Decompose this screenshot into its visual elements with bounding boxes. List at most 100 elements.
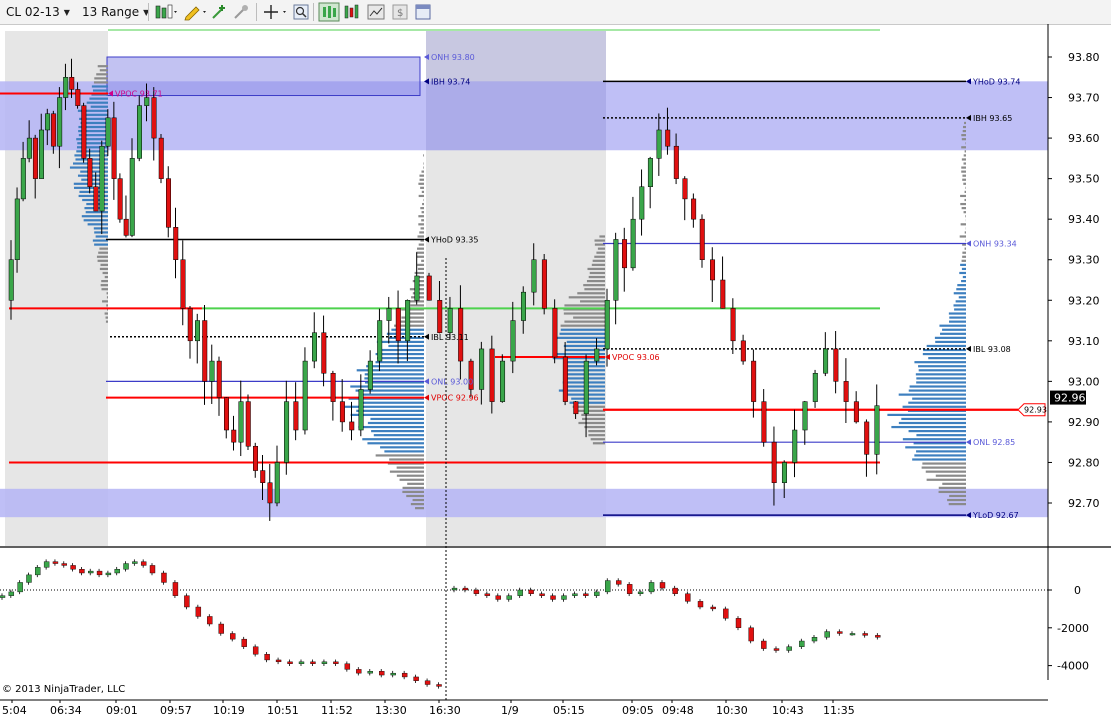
profile-bar [964,190,966,193]
oscillator-tick-label: -4000 [1057,660,1089,673]
candle [81,105,87,159]
candle [184,595,190,608]
chart-properties-button[interactable] [367,2,385,22]
candle [550,595,556,600]
candle [114,569,120,574]
profile-bar [588,434,605,437]
profile-bar [922,462,966,465]
zoom-button[interactable] [292,2,310,22]
profile-bar [422,202,424,206]
time-tick-label: 09:48 [662,704,694,717]
time-tick-label: 16:30 [429,704,461,717]
profile-bar [963,125,966,129]
profile-bar [389,470,424,473]
candle [39,129,44,179]
onh-label: ONH 93.80 [431,53,475,62]
candle [377,320,383,362]
profile-bar [367,421,424,425]
window-button[interactable] [414,2,432,22]
candle [230,633,236,640]
candle [622,239,628,269]
candle [413,676,419,681]
bar-style-icon [155,4,177,19]
profile-bar [396,466,424,469]
data-box-button[interactable] [318,2,340,22]
drawing-tool-button[interactable] [182,2,208,22]
candle [812,373,818,402]
profile-bar [99,69,108,72]
profile-bar [580,300,605,303]
dollar-button[interactable]: $ [391,2,409,22]
dollar-icon: $ [392,4,408,20]
profile-bar [421,219,424,222]
profile-bar [959,235,966,238]
profile-bar [912,397,966,400]
candle [802,401,808,431]
candle [14,198,20,260]
onh-label: ONH 93.34 [973,240,1017,249]
profile-bar [76,138,108,141]
profile-bar [938,490,966,494]
profile-bar [91,85,108,88]
profile-bar [953,292,966,295]
bar-style-button[interactable] [153,2,179,22]
profile-bar [105,316,108,319]
instrument-selector[interactable]: CL 02-13 ▼ [6,2,70,22]
ibh-label: IBH 93.74 [431,77,470,86]
add-indicator-button[interactable] [210,2,230,22]
profile-bar [568,296,605,299]
profile-bar [87,223,108,226]
chart-area[interactable]: 93.80 93.70 93.60 93.50 93.40 93.30 93.20 93.10… [0,24,1111,727]
crosshair-button[interactable] [262,2,288,22]
strategy-button[interactable] [232,2,252,22]
profile-bar [912,458,966,461]
profile-bar [102,271,108,275]
time-tick-label: 05:15 [553,704,585,717]
candle [88,570,94,574]
profile-bar [587,267,605,271]
profile-bar [560,328,605,331]
yhod-label: YHoD 93.35 [430,235,478,244]
candle [187,308,193,342]
candle [333,661,339,664]
candle [520,291,526,321]
candle [69,77,75,90]
profile-bar [964,231,966,234]
bar-type-selector[interactable]: 13 Range ▼ [82,2,149,22]
profile-bar [423,162,424,165]
profile-bar [965,215,966,218]
candle [691,198,697,220]
profile-bar [928,357,966,360]
candle [573,401,579,415]
candle [552,308,558,358]
profile-bar [358,425,424,429]
candle [613,239,619,301]
candle [26,574,32,583]
chart-trader-button[interactable] [343,2,363,22]
data-box-icon [318,2,340,22]
profile-bar [100,263,108,266]
ylod-label: YLoD 92.67 [972,511,1019,520]
profile-bar [105,320,108,323]
candle [96,570,103,576]
candle [401,672,408,678]
price-marker-label: 92.93 [1024,406,1047,415]
profile-bar [421,259,424,262]
bar-type-label: 13 Range [82,5,140,19]
candle [253,445,258,471]
candle [594,348,600,362]
profile-bar [420,227,424,230]
profile-bar [106,292,108,295]
profile-bar [355,389,424,392]
price-tick-label: 93.20 [1068,294,1100,307]
candle [267,482,273,504]
candle [799,640,805,647]
candle [484,593,491,596]
profile-bar [388,344,424,348]
candle [35,567,41,576]
profile-bar [954,308,966,311]
candle [462,587,469,591]
candle [761,401,767,443]
price-tick-label: 92.90 [1068,416,1100,429]
add-indicator-icon [212,5,225,19]
